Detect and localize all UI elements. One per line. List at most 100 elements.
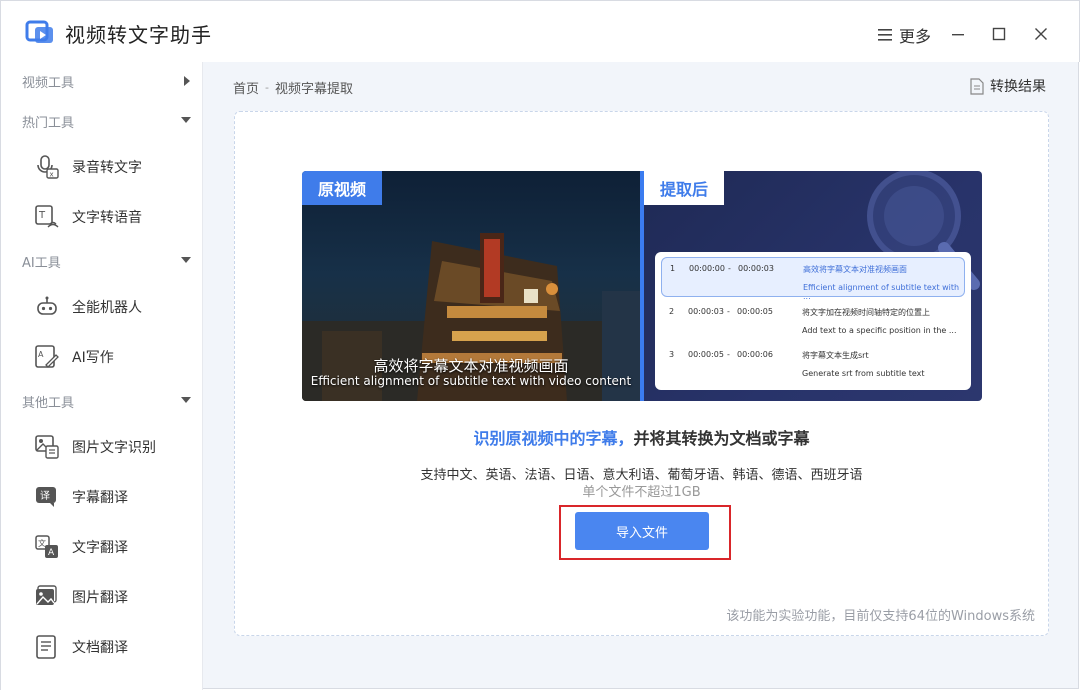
sidebar-item-label: 字幕翻译 — [72, 490, 128, 506]
subtitle-start: 00:00:05 — [688, 350, 724, 359]
svg-text:A: A — [48, 548, 55, 558]
subtitle-cn: 将文字加在视频时间轴特定的位置上 — [802, 308, 930, 317]
sidebar-item-label: 全能机器人 — [72, 300, 142, 316]
subtitle-end: 00:00:06 — [737, 350, 773, 359]
sidebar-item-document-translate[interactable]: 文档翻译 — [1, 623, 203, 669]
robot-icon — [37, 296, 57, 315]
sidebar-item-robot[interactable]: 全能机器人 — [1, 283, 203, 329]
text-translate-icon: 文 A — [35, 535, 58, 558]
sidebar-group-ai-tools[interactable]: AI工具 — [1, 243, 203, 279]
subtitle-en: Efficient alignment of subtitle text wit… — [803, 283, 960, 301]
app-title: 视频转文字助手 — [65, 23, 212, 47]
original-subtitle-en: Efficient alignment of subtitle text wit… — [310, 374, 632, 388]
sidebar-item-audio-to-text[interactable]: x 录音转文字 — [1, 143, 203, 189]
subtitle-en: Add text to a specific position in the .… — [802, 326, 957, 335]
import-file-button[interactable]: 导入文件 — [575, 512, 709, 550]
image-ocr-icon — [35, 435, 59, 459]
image-translate-icon — [36, 585, 57, 605]
title-bar: 视频转文字助手 更多 — [0, 0, 1080, 62]
sidebar-item-text-translate[interactable]: 文 A 文字翻译 — [1, 523, 203, 569]
headline-highlight: 识别原视频中的字幕， — [473, 429, 634, 448]
original-video-frame: 高效将字幕文本对准视频画面 Efficient alignment of sub… — [302, 171, 640, 401]
caret-down-icon — [181, 117, 191, 123]
sidebar-group-video-tools[interactable]: 视频工具 — [1, 63, 203, 99]
feature-preview: 高效将字幕文本对准视频画面 Efficient alignment of sub… — [302, 171, 982, 401]
sidebar-group-label: 热门工具 — [22, 115, 75, 131]
sidebar-item-ai-writing[interactable]: A AI写作 — [1, 333, 203, 379]
upload-panel: 高效将字幕文本对准视频画面 Efficient alignment of sub… — [234, 111, 1049, 636]
sidebar-item-label: 图片翻译 — [72, 590, 128, 606]
sidebar-item-subtitle-translate[interactable]: 译 字幕翻译 — [1, 473, 203, 519]
sidebar-item-label: 文档翻译 — [72, 640, 128, 656]
breadcrumb: 首页 - 视频字幕提取 — [233, 78, 353, 97]
more-label: 更多 — [899, 27, 932, 46]
sidebar-group-label: 视频工具 — [22, 75, 75, 91]
subtitle-end: 00:00:05 — [737, 307, 773, 316]
subtitle-list: 1 00:00:00 - 00:00:03 高效将字幕文本对准视频画面 Effi… — [655, 252, 971, 390]
breadcrumb-separator: - — [265, 81, 269, 94]
subtitle-index: 2 — [669, 307, 675, 316]
caret-down-icon — [181, 397, 191, 403]
subtitle-row: 1 00:00:00 - 00:00:03 高效将字幕文本对准视频画面 Effi… — [661, 257, 965, 301]
maximize-icon — [992, 27, 1006, 41]
svg-text:A: A — [38, 350, 44, 359]
sidebar-item-label: AI写作 — [72, 350, 114, 366]
subtitle-row: 3 00:00:05 - 00:00:06 将字幕文本生成srt Generat… — [661, 344, 965, 384]
caret-down-icon — [181, 257, 191, 263]
app-logo-icon — [25, 18, 57, 46]
close-icon — [1035, 28, 1047, 40]
sidebar-item-label: 文字翻译 — [72, 540, 128, 556]
menu-icon — [878, 29, 892, 41]
close-button[interactable] — [1024, 17, 1058, 51]
feature-headline: 识别原视频中的字幕，并将其转换为文档或字幕 — [235, 425, 1048, 449]
main-content: 首页 - 视频字幕提取 转换结果 高效将字幕文本对准视频画面 Efficient… — [203, 62, 1079, 689]
minimize-icon — [952, 34, 964, 36]
more-menu-button[interactable]: 更多 — [877, 23, 931, 47]
subtitle-start: 00:00:03 — [688, 307, 724, 316]
sidebar-item-label: 图片文字识别 — [72, 440, 156, 456]
svg-text:T: T — [38, 210, 46, 221]
sidebar-item-label: 文字转语音 — [72, 210, 142, 226]
subtitle-en: Generate srt from subtitle text — [802, 369, 925, 378]
sidebar-group-label: AI工具 — [22, 255, 61, 271]
sidebar-item-text-to-speech[interactable]: T 文字转语音 — [1, 193, 203, 239]
document-translate-icon — [36, 635, 56, 659]
conversion-results-link[interactable]: 转换结果 — [970, 76, 1046, 96]
experimental-note: 该功能为实验功能，目前仅支持64位的Windows系统 — [726, 609, 1035, 624]
microphone-text-icon: x — [37, 155, 59, 179]
sidebar-item-label: 录音转文字 — [72, 160, 142, 176]
file-size-limit: 单个文件不超过1GB — [582, 485, 701, 500]
subtitle-end: 00:00:03 — [738, 264, 774, 273]
subtitle-dash: - — [727, 307, 730, 316]
subtitle-dash: - — [728, 264, 731, 273]
svg-text:x: x — [50, 171, 54, 179]
subtitle-cn: 高效将字幕文本对准视频画面 — [803, 265, 907, 274]
svg-text:译: 译 — [40, 490, 50, 502]
conversion-results-label: 转换结果 — [990, 79, 1046, 95]
sidebar-group-hot-tools[interactable]: 热门工具 — [1, 103, 203, 139]
maximize-button[interactable] — [982, 17, 1016, 51]
sidebar-item-image-translate[interactable]: 图片翻译 — [1, 573, 203, 619]
breadcrumb-home[interactable]: 首页 — [233, 78, 259, 97]
subtitle-index: 3 — [669, 350, 675, 359]
sidebar-group-label: 其他工具 — [22, 395, 75, 411]
headline-rest: 并将其转换为文档或字幕 — [633, 429, 810, 448]
subtitle-translate-icon: 译 — [36, 487, 56, 507]
subtitle-row: 2 00:00:03 - 00:00:05 将文字加在视频时间轴特定的位置上 A… — [661, 301, 965, 341]
sidebar: 视频工具 热门工具 x 录音转文字 T 文字转语音 AI工具 全能机器人 A A… — [0, 62, 203, 690]
original-subtitle-cn: 高效将字幕文本对准视频画面 — [373, 357, 569, 375]
sidebar-group-other-tools[interactable]: 其他工具 — [1, 383, 203, 419]
caret-right-icon — [184, 76, 190, 86]
ai-writing-icon: A — [35, 345, 59, 368]
breadcrumb-current: 视频字幕提取 — [275, 82, 354, 97]
subtitle-index: 1 — [670, 264, 676, 273]
original-video-tag: 原视频 — [302, 171, 383, 205]
minimize-button[interactable] — [941, 17, 975, 51]
subtitle-dash: - — [727, 350, 730, 359]
text-to-speech-icon: T — [35, 205, 59, 228]
subtitle-cn: 将字幕文本生成srt — [802, 351, 869, 360]
document-icon — [970, 77, 984, 95]
subtitle-start: 00:00:00 — [689, 264, 725, 273]
extracted-tag: 提取后 — [644, 171, 725, 205]
sidebar-item-image-ocr[interactable]: 图片文字识别 — [1, 423, 203, 469]
